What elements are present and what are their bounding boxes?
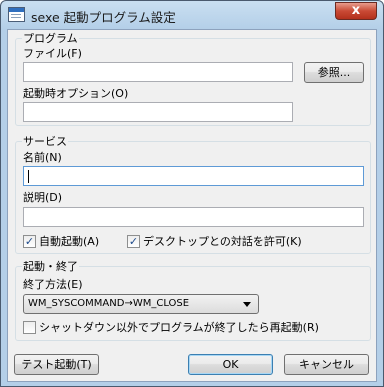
browse-button[interactable]: 参照...	[304, 62, 364, 83]
startstop-group-title: 起動・終了	[22, 260, 79, 273]
cancel-button[interactable]: キャンセル	[284, 354, 369, 375]
stop-method-value: WM_SYSCOMMAND→WM_CLOSE	[28, 298, 190, 309]
restart-checkbox-row[interactable]: シャットダウン以外でプログラムが終了したら再起動(R)	[23, 321, 343, 335]
description-field[interactable]	[23, 207, 364, 227]
service-group-title: サービス	[22, 135, 68, 148]
restart-checkbox[interactable]	[23, 321, 36, 334]
restart-label: シャットダウン以外でプログラムが終了したら再起動(R)	[39, 321, 319, 334]
dialog-client-area: プログラム ファイル(F) 参照... 起動時オプション(O) サービス 名前(…	[7, 29, 377, 382]
auto-start-checkbox-row[interactable]: ✓ 自動起動(A)	[23, 235, 123, 249]
stop-method-select[interactable]: WM_SYSCOMMAND→WM_CLOSE	[23, 294, 259, 314]
ok-button[interactable]: OK	[188, 354, 273, 375]
dialog-window: sexe 起動プログラム設定 x プログラム ファイル(F) 参照... 起動時…	[0, 0, 384, 387]
desktop-interact-checkbox[interactable]: ✓	[127, 235, 140, 248]
name-field[interactable]	[23, 166, 364, 186]
window-title: sexe 起動プログラム設定	[31, 10, 176, 25]
options-label: 起動時オプション(O)	[23, 87, 129, 100]
auto-start-checkbox[interactable]: ✓	[23, 235, 36, 248]
stop-method-label: 終了方法(E)	[23, 278, 83, 291]
options-field[interactable]	[23, 102, 293, 122]
test-start-button[interactable]: テスト起動(T)	[14, 354, 99, 375]
desktop-interact-checkbox-row[interactable]: ✓ デスクトップとの対話を許可(K)	[127, 235, 327, 249]
title-bar[interactable]: sexe 起動プログラム設定 x	[1, 1, 383, 29]
program-group-title: プログラム	[22, 32, 79, 45]
name-label: 名前(N)	[23, 151, 62, 164]
file-field[interactable]	[23, 62, 293, 82]
chevron-down-icon	[243, 302, 251, 307]
text-caret	[28, 170, 29, 183]
app-window-icon	[8, 7, 25, 22]
description-label: 説明(D)	[23, 191, 63, 204]
close-button[interactable]: x	[335, 2, 377, 20]
file-label: ファイル(F)	[23, 47, 82, 60]
auto-start-label: 自動起動(A)	[39, 235, 100, 248]
desktop-interact-label: デスクトップとの対話を許可(K)	[143, 235, 302, 248]
